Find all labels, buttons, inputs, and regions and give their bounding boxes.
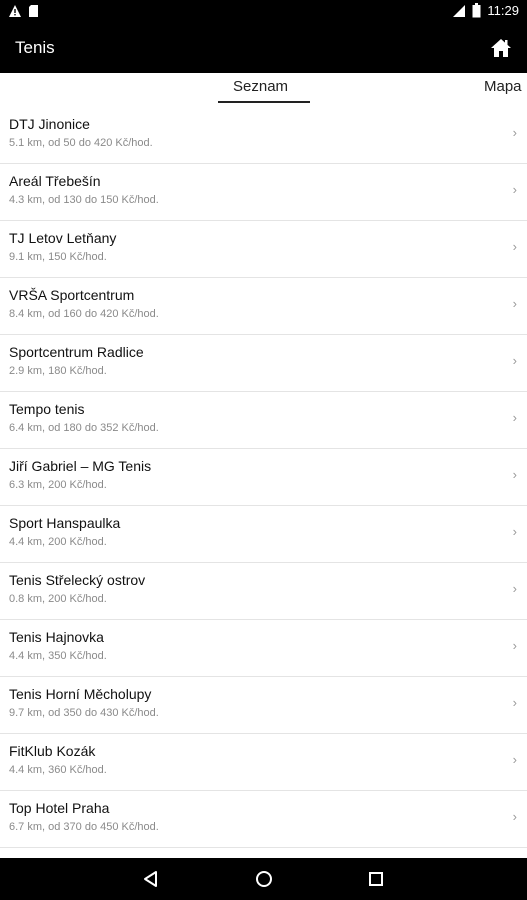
back-icon[interactable] [141,869,161,889]
list-item[interactable]: Jiří Gabriel – MG Tenis 6.3 km, 200 Kč/ho… [0,449,527,506]
app-bar: Tenis [0,24,527,73]
chevron-right-icon: › [512,752,517,767]
chevron-right-icon: › [512,410,517,425]
list-item[interactable]: Tenis Střelecký ostrov 0.8 km, 200 Kč/hod… [0,563,527,620]
court-detail: 9.7 km, od 350 do 430 Kč/hod. [9,707,159,719]
court-name: Areál Třebešín [9,173,101,189]
chevron-right-icon: › [512,524,517,539]
court-detail: 4.4 km, 200 Kč/hod. [9,536,107,548]
court-name: Tenis Horní Měcholupy [9,686,152,702]
list-item[interactable]: DTJ Jinonice 5.1 km, od 50 do 420 Kč/hod.… [0,107,527,164]
chevron-right-icon: › [512,296,517,311]
court-name: Jiří Gabriel – MG Tenis [9,458,152,474]
court-detail: 6.4 km, od 180 do 352 Kč/hod. [9,422,159,434]
tab-seznam[interactable]: Seznam [233,78,288,95]
court-detail: 6.3 km, 200 Kč/hod. [9,479,107,491]
list-item[interactable]: Sport Hanspaulka 4.4 km, 200 Kč/hod. › [0,506,527,563]
court-name: Tenis Střelecký ostrov [9,572,146,588]
list-item[interactable]: FitKlub Kozák 4.4 km, 360 Kč/hod. › [0,734,527,791]
court-name: VRŠA Sportcentrum [9,287,135,303]
court-list[interactable]: DTJ Jinonice 5.1 km, od 50 do 420 Kč/hod.… [0,107,527,858]
recents-icon[interactable] [366,869,386,889]
court-detail: 4.4 km, 360 Kč/hod. [9,764,107,776]
chevron-right-icon: › [512,239,517,254]
home-icon[interactable] [489,36,513,60]
list-item[interactable]: TJ Letov Letňany 9.1 km, 150 Kč/hod. › [0,221,527,278]
court-detail: 4.4 km, 350 Kč/hod. [9,650,107,662]
chevron-right-icon: › [512,125,517,140]
court-name: Sportcentrum Radlice [9,344,144,360]
court-detail: 4.3 km, od 130 do 150 Kč/hod. [9,194,159,206]
chevron-right-icon: › [512,353,517,368]
court-detail: 8.4 km, od 160 do 420 Kč/hod. [9,308,159,320]
tab-mapa[interactable]: Mapa [484,78,522,95]
court-detail: 0.8 km, 200 Kč/hod. [9,593,107,605]
chevron-right-icon: › [512,581,517,596]
signal-icon [453,4,466,17]
court-detail: 5.1 km, od 50 do 420 Kč/hod. [9,137,153,149]
list-item[interactable]: VRŠA Sportcentrum 8.4 km, od 160 do 420 K… [0,278,527,335]
status-bar: 11:29 [0,0,527,24]
court-detail: 6.7 km, od 370 do 450 Kč/hod. [9,821,159,833]
list-item[interactable]: Areál Třebešín 4.3 km, od 130 do 150 Kč/h… [0,164,527,221]
court-name: FitKlub Kozák [9,743,96,759]
navigation-bar [0,858,527,900]
court-name: Tempo tenis [9,401,85,417]
tab-bar: Seznam Mapa [0,73,527,107]
court-name: Tenis Hajnovka [9,629,104,645]
chevron-right-icon: › [512,467,517,482]
court-name: Top Hotel Praha [9,800,110,816]
tab-indicator [218,101,310,103]
battery-icon [472,3,481,18]
list-item[interactable]: Top Hotel Praha 6.7 km, od 370 do 450 Kč/… [0,791,527,848]
list-item[interactable]: Tenis Horní Měcholupy 9.7 km, od 350 do 4… [0,677,527,734]
chevron-right-icon: › [512,695,517,710]
list-item[interactable]: Tenis Hajnovka 4.4 km, 350 Kč/hod. › [0,620,527,677]
court-detail: 2.9 km, 180 Kč/hod. [9,365,107,377]
app-title: Tenis [15,38,55,57]
chevron-right-icon: › [512,809,517,824]
court-name: Sport Hanspaulka [9,515,121,531]
chevron-right-icon: › [512,182,517,197]
list-item[interactable]: Tempo tenis 6.4 km, od 180 do 352 Kč/hod.… [0,392,527,449]
court-name: DTJ Jinonice [9,116,90,132]
list-item[interactable]: Sportcentrum Radlice 2.9 km, 180 Kč/hod. › [0,335,527,392]
court-detail: 9.1 km, 150 Kč/hod. [9,251,107,263]
sd-card-icon [29,5,38,17]
chevron-right-icon: › [512,638,517,653]
status-time: 11:29 [487,3,519,18]
nav-home-icon[interactable] [254,869,274,889]
warning-icon [9,5,21,17]
court-name: TJ Letov Letňany [9,230,117,246]
